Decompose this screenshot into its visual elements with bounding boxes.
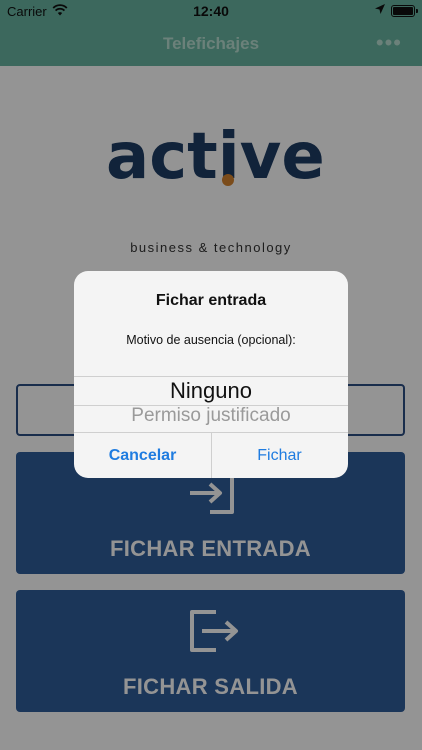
absence-reason-picker[interactable]: Ninguno Permiso justificado bbox=[74, 374, 348, 432]
dialog-message: Motivo de ausencia (opcional): bbox=[126, 333, 296, 347]
fichar-entrada-dialog: Fichar entrada Motivo de ausencia (opcio… bbox=[74, 271, 348, 478]
dialog-title: Fichar entrada bbox=[155, 292, 267, 309]
dialog-buttons: Cancelar Fichar bbox=[74, 432, 348, 478]
picker-option-selected[interactable]: Ninguno bbox=[74, 378, 348, 404]
picker-option-next[interactable]: Permiso justificado bbox=[74, 405, 348, 427]
cancel-button[interactable]: Cancelar bbox=[74, 433, 211, 478]
picker-selection-line-top bbox=[74, 376, 348, 377]
fichar-button[interactable]: Fichar bbox=[211, 433, 348, 478]
